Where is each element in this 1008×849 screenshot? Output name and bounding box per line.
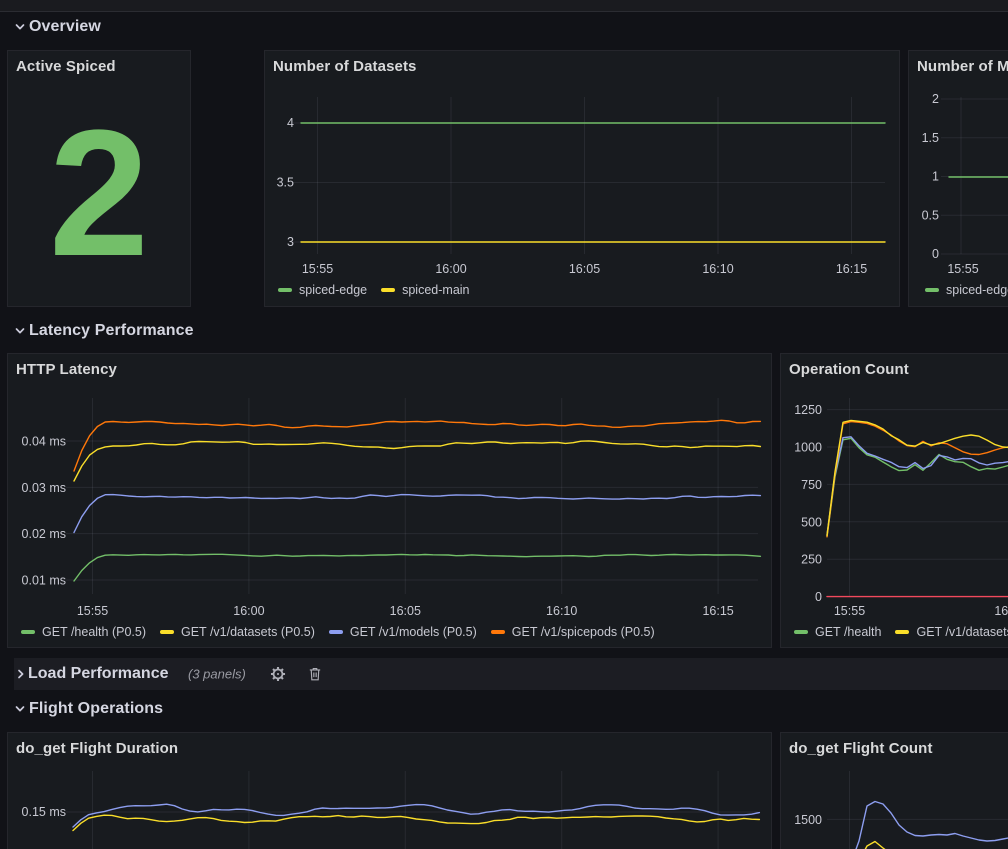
svg-text:16:15: 16:15	[702, 604, 733, 618]
svg-text:1250: 1250	[794, 403, 822, 417]
svg-text:750: 750	[801, 478, 822, 492]
svg-text:15:55: 15:55	[77, 604, 108, 618]
svg-text:16:05: 16:05	[390, 604, 421, 618]
svg-text:1.5: 1.5	[922, 131, 939, 145]
svg-text:0: 0	[815, 590, 822, 604]
svg-text:250: 250	[801, 553, 822, 567]
svg-text:15:55: 15:55	[947, 262, 978, 276]
svg-text:0.04 ms: 0.04 ms	[22, 435, 66, 449]
svg-text:16:05: 16:05	[569, 262, 600, 276]
svg-text:4: 4	[287, 116, 294, 130]
svg-text:0: 0	[932, 247, 939, 261]
svg-text:16:10: 16:10	[546, 604, 577, 618]
svg-text:15:55: 15:55	[834, 604, 865, 618]
svg-text:1000: 1000	[794, 441, 822, 455]
svg-text:3: 3	[287, 235, 294, 249]
svg-text:16:00: 16:00	[435, 262, 466, 276]
svg-text:16:00: 16:00	[994, 604, 1008, 618]
svg-text:0.01 ms: 0.01 ms	[22, 573, 66, 587]
svg-text:500: 500	[801, 515, 822, 529]
svg-text:1500: 1500	[794, 813, 822, 827]
svg-text:3.5: 3.5	[277, 176, 294, 190]
svg-text:15:55: 15:55	[302, 262, 333, 276]
svg-text:16:00: 16:00	[233, 604, 264, 618]
svg-text:16:10: 16:10	[702, 262, 733, 276]
svg-text:0.03 ms: 0.03 ms	[22, 481, 66, 495]
svg-text:1: 1	[932, 170, 939, 184]
svg-text:0.15 ms: 0.15 ms	[22, 805, 66, 819]
svg-text:16:15: 16:15	[836, 262, 867, 276]
svg-text:0.02 ms: 0.02 ms	[22, 527, 66, 541]
svg-text:2: 2	[932, 92, 939, 106]
svg-text:0.5: 0.5	[922, 208, 939, 222]
